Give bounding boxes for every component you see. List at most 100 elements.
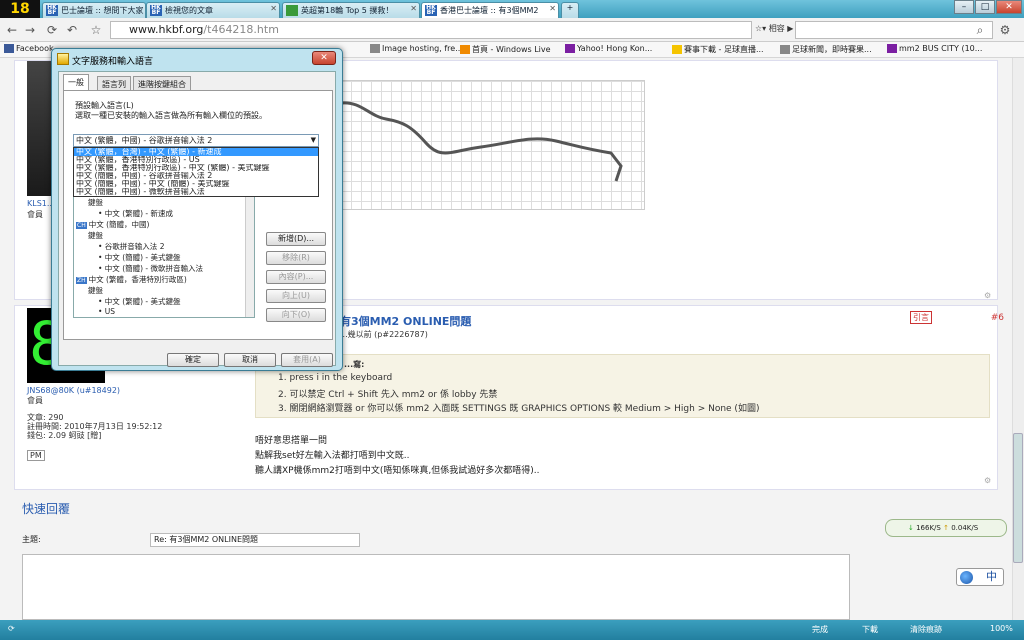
quote-line-3: 3. 關閉網絡瀏覽器 or 你可以係 mm2 入面既 SETTINGS 既 GR… [278, 404, 760, 414]
bookmark-item[interactable]: 首頁 - Windows Live [460, 44, 551, 55]
tab-1[interactable]: HK BF 巴士論壇 :: 想問下大家 [42, 2, 146, 18]
tree-node-label: 中文 (簡體，中國) [88, 220, 150, 229]
forward-icon[interactable]: → [22, 22, 38, 38]
address-bar[interactable]: www.hkbf.org/t464218.htm [110, 21, 752, 39]
tab-3[interactable]: 英超第18輪 Top 5 撲救！ ✕ [282, 2, 420, 18]
post-username[interactable]: JNS68@80K (u#18492) [27, 386, 120, 395]
refresh-icon[interactable]: ⟳ [44, 22, 60, 38]
compat-button[interactable]: ☆▾ 相容 ▶ [755, 23, 793, 34]
close-icon[interactable]: ✕ [410, 4, 417, 13]
bookmark-label: 足球新聞，即時賽果... [792, 45, 872, 54]
bookmark-item[interactable]: Facebook [4, 44, 54, 53]
quote-line-2: 2. 可以禁定 Ctrl + Shift 先入 mm2 or 係 lobby 先… [278, 390, 498, 400]
tree-scrollbar[interactable] [245, 191, 254, 317]
network-speed-meter: ↓ 166K/S ↑ 0.04K/S [885, 519, 1007, 537]
dropdown-option[interactable]: 中文 (簡體，中國) - 微軟拼音输入法 [74, 188, 318, 196]
quote-button[interactable]: 引言 [910, 311, 932, 324]
bookmark-item[interactable]: mm2 BUS CITY (10... [887, 44, 982, 53]
tab-4-active[interactable]: HK BF 香港巴士論壇 :: 有3個MM2 ✕ [421, 2, 559, 19]
tab-advanced-keys[interactable]: 進階按鍵組合 [133, 76, 191, 90]
dropdown-option[interactable]: 中文 (繁體，台灣) - 中文 (繁體) - 新速成 [74, 148, 318, 156]
maximize-button[interactable]: □ [975, 0, 995, 14]
dropdown-option[interactable]: 中文 (繁體，香港特別行政區) - 中文 (繁體) - 美式鍵盤 [74, 164, 318, 172]
search-icon[interactable]: ⌕ [972, 22, 988, 38]
tree-node[interactable]: • US [98, 307, 115, 316]
keyboard-icon [57, 53, 69, 65]
bookmark-item[interactable]: 賽事下載 - 足球直播... [672, 44, 764, 55]
compat-label: 相容 [768, 24, 785, 33]
close-icon[interactable]: ✕ [270, 4, 277, 13]
gear-icon[interactable]: ⚙ [984, 476, 991, 485]
tab-2[interactable]: HK BF 檢視您的文章 ✕ [146, 2, 280, 18]
tree-node[interactable]: 鍵盤 [88, 197, 103, 208]
refresh-icon[interactable]: ⟳ [8, 624, 15, 633]
tree-node[interactable]: • 谷歌拼音输入法 2 [98, 241, 164, 252]
pm-button[interactable]: PM [27, 450, 45, 461]
move-down-button[interactable]: 向下(O) [266, 308, 326, 322]
reply-textarea[interactable] [22, 554, 850, 620]
scrollbar-thumb[interactable] [1013, 433, 1023, 563]
tree-node[interactable]: • 中文 (繁體) - 美式鍵盤 [98, 296, 181, 307]
cancel-button[interactable]: 取消 [224, 353, 276, 367]
download-button[interactable]: 下載 [862, 624, 878, 635]
dropdown-option[interactable]: 中文 (簡體，中國) - 中文 (簡體) - 美式鍵盤 [74, 180, 318, 188]
ime-indicator[interactable]: 中 [956, 568, 1004, 586]
dialog-body: 一般 語言列 進階按鍵組合 預設輸入語言(L) 選取一種已安裝的輸入語言做為所有… [58, 71, 336, 367]
post-number[interactable]: #6 [991, 313, 1004, 323]
post-body-line-1: 唔好意思搭單一問 [255, 436, 328, 446]
tree-node[interactable]: • 中文 (繁體) - 新速成 [98, 208, 173, 219]
bookmark-item[interactable]: 足球新聞，即時賽果... [780, 44, 872, 55]
remove-button[interactable]: 移除(R) [266, 251, 326, 265]
clear-traces-button[interactable]: 清除痕跡 [910, 624, 942, 635]
text-services-dialog: 文字服務和輸入語言 ✕ 一般 語言列 進階按鍵組合 預設輸入語言(L) 選取一種… [51, 48, 343, 371]
new-tab-button[interactable]: + [561, 2, 579, 18]
site-favicon: HK BF [425, 4, 437, 16]
undo-icon[interactable]: ↶ [64, 22, 80, 38]
minimize-button[interactable]: – [954, 0, 974, 14]
zoom-level[interactable]: 100% [990, 624, 1013, 633]
tree-node[interactable]: 鍵盤 [88, 230, 103, 241]
dialog-close-button[interactable]: ✕ [312, 51, 336, 65]
bookmark-label: mm2 BUS CITY (10... [899, 44, 983, 53]
wallet: 錢包: 2.09 蚵豉 [贈] [27, 431, 102, 440]
site-favicon: HK BF [46, 4, 58, 16]
yahoo-icon [565, 44, 575, 53]
tree-node[interactable]: • 中文 (簡體) - 美式鍵盤 [98, 252, 181, 263]
page-scrollbar[interactable] [1012, 58, 1024, 620]
bookmark-item[interactable]: Yahoo! Hong Kon... [565, 44, 652, 53]
browser-logo: 18 [0, 0, 40, 18]
tree-node[interactable]: • 中文 (簡體) - 微軟拼音輸入法 [98, 263, 203, 274]
dropdown-option[interactable]: 中文 (繁體，香港特別行政區) - US [74, 156, 318, 164]
default-language-select[interactable]: 中文 (繁體，中國) - 谷歌拼音输入法 2 ▼ [73, 134, 319, 147]
tab-general[interactable]: 一般 [63, 74, 89, 91]
quote-block: ...寫: 1. press i in the keyboard 2. 可以禁定… [255, 354, 990, 418]
move-up-button[interactable]: 向上(U) [266, 289, 326, 303]
download-arrow-icon: ↓ [908, 524, 917, 532]
bookmark-item[interactable]: Image hosting, fre... [370, 44, 463, 53]
installed-services-tree[interactable]: 鍵盤 • 中文 (繁體) - 新速成 CH 中文 (簡體，中國) 鍵盤 • 谷歌拼… [73, 190, 255, 318]
gear-icon[interactable]: ⚙ [984, 291, 991, 300]
dialog-titlebar[interactable]: 文字服務和輸入語言 ✕ [52, 49, 342, 69]
favorite-star-icon[interactable]: ☆ [88, 22, 104, 38]
properties-button[interactable]: 內容(P)... [266, 270, 326, 284]
page-icon [370, 44, 380, 53]
tab-language-bar[interactable]: 語言列 [97, 76, 131, 90]
subject-label: 主題: [22, 535, 41, 544]
back-icon[interactable]: ← [4, 22, 20, 38]
subject-input[interactable]: Re: 有3個MM2 ONLINE問題 [150, 533, 360, 547]
dropdown-option[interactable]: 中文 (簡體，中國) - 谷歌拼音输入法 2 [74, 172, 318, 180]
tree-node[interactable]: 鍵盤 [88, 285, 103, 296]
star-icon: ☆▾ [755, 24, 769, 33]
close-icon[interactable]: ✕ [549, 4, 556, 13]
window-close-button[interactable]: ✕ [996, 0, 1022, 14]
tree-node[interactable]: CH 中文 (簡體，中國) [76, 219, 149, 230]
address-path: /t464218.htm [203, 23, 279, 36]
browser-titlebar: 18 HK BF 巴士論壇 :: 想問下大家 HK BF 檢視您的文章 ✕ 英超第18輪 … [0, 0, 1024, 19]
apply-button[interactable]: 套用(A) [281, 353, 333, 367]
add-button[interactable]: 新增(D)... [266, 232, 326, 246]
tools-wrench-icon[interactable]: ⚙ [997, 22, 1013, 38]
search-input[interactable] [795, 21, 993, 39]
post-title[interactable]: 有3個MM2 ONLINE問題 [340, 313, 471, 329]
ok-button[interactable]: 確定 [167, 353, 219, 367]
tree-node[interactable]: ZH 中文 (繁體，香港特別行政區) [76, 274, 187, 285]
